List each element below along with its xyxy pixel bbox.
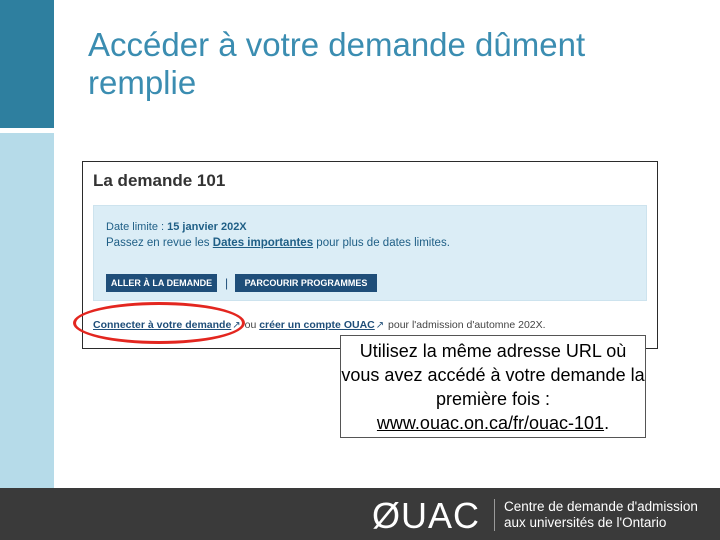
highlight-oval (73, 302, 245, 344)
external-link-icon: ↗ (375, 320, 385, 331)
callout-end: . (604, 413, 610, 433)
deadline-label: Date limite : (106, 221, 168, 233)
footer-line-2: aux universités de l'Ontario (504, 515, 667, 530)
callout-box: Utilisez la même adresse URL où vous ave… (340, 335, 646, 438)
ouac-logo: ØUAC (372, 495, 481, 536)
slide-title: Accéder à votre demande dûment remplie (88, 26, 586, 101)
callout-url-link[interactable]: www.ouac.on.ca/fr/ouac-101 (377, 413, 604, 433)
footer-divider (494, 499, 495, 531)
sidebar-accent-light (0, 133, 54, 488)
review-prefix: Passez en revue les (106, 237, 213, 249)
important-dates-link[interactable]: Dates importantes (213, 237, 313, 249)
application-heading: La demande 101 (93, 171, 226, 190)
connect-suffix: pour l'admission d'automne 202X. (385, 319, 546, 331)
go-to-application-button[interactable]: ALLER À LA DEMANDE (106, 274, 217, 292)
footer-org-name: Centre de demande d'admission aux univer… (504, 499, 698, 531)
browse-programs-button[interactable]: PARCOURIR PROGRAMMES (235, 274, 377, 292)
footer-line-1: Centre de demande d'admission (504, 499, 698, 514)
callout-text: Utilisez la même adresse URL où vous ave… (341, 341, 645, 409)
deadline-line: Date limite : 15 janvier 202X (106, 221, 247, 233)
create-account-link[interactable]: créer un compte OUAC (259, 319, 375, 331)
review-dates-line: Passez en revue les Dates importantes po… (106, 237, 450, 249)
review-suffix: pour plus de dates limites. (313, 237, 450, 249)
sidebar-accent-dark (0, 0, 54, 128)
deadline-value: 15 janvier 202X (167, 221, 247, 233)
deadline-info-box: Date limite : 15 janvier 202X Passez en … (93, 205, 647, 301)
button-separator: | (225, 276, 229, 290)
